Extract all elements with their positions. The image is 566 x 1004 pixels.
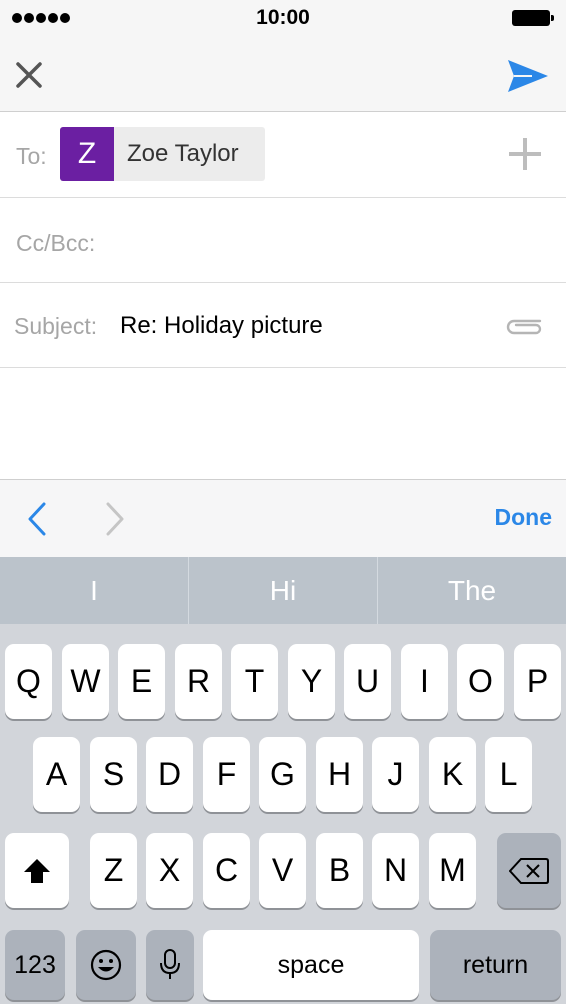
message-body-input[interactable] [0,369,566,479]
key[interactable]: T [231,644,278,719]
key[interactable]: J [372,737,419,812]
keyboard-accessory-bar: Done [0,479,566,557]
paperclip-icon [506,319,542,335]
to-label: To: [16,143,47,169]
recipient-name: Zoe Taylor [127,140,239,167]
subject-field-row: Subject: Re: Holiday picture [0,283,566,368]
key[interactable]: G [259,737,306,812]
dictation-key[interactable] [146,930,194,1000]
space-key[interactable]: space [203,930,419,1000]
suggestion-item[interactable]: Hi [189,557,378,624]
add-recipient-button[interactable] [506,135,544,173]
suggestion-item[interactable]: I [0,557,189,624]
cc-bcc-input[interactable] [120,218,540,263]
key[interactable]: A [33,737,80,812]
key[interactable]: O [457,644,504,719]
emoji-icon [90,949,122,981]
subject-label: Subject: [14,313,98,339]
key[interactable]: K [429,737,476,812]
recipient-chip[interactable]: Z Zoe Taylor [60,127,265,181]
key[interactable]: Q [5,644,52,719]
plus-icon [509,138,541,170]
key[interactable]: Z [90,833,137,908]
status-bar: 10:00 [0,0,566,40]
microphone-icon [160,949,180,979]
key[interactable]: D [146,737,193,812]
send-button[interactable] [506,56,550,96]
done-button[interactable]: Done [495,504,553,531]
cc-bcc-field-row: Cc/Bcc: [0,198,566,283]
to-field-row: To: Z Zoe Taylor [0,113,566,198]
attachment-button[interactable] [502,311,546,341]
key[interactable]: I [401,644,448,719]
shift-icon [24,858,50,883]
close-button[interactable] [12,58,48,94]
emoji-key[interactable] [76,930,136,1000]
delete-icon [509,857,549,884]
status-time: 10:00 [256,6,310,29]
key[interactable]: W [62,644,109,719]
previous-field-button[interactable] [24,500,54,538]
shift-key[interactable] [5,833,69,908]
close-icon [16,62,42,88]
key[interactable]: Y [288,644,335,719]
subject-input[interactable]: Re: Holiday picture [120,312,323,340]
key[interactable]: H [316,737,363,812]
next-field-button[interactable] [100,500,130,538]
return-key[interactable]: return [430,930,561,1000]
key[interactable]: U [344,644,391,719]
suggestion-item[interactable]: The [378,557,566,624]
numbers-key[interactable]: 123 [5,930,65,1000]
key[interactable]: N [372,833,419,908]
key[interactable]: M [429,833,476,908]
key[interactable]: P [514,644,561,719]
chevron-right-icon [106,502,124,536]
predictive-text-bar: I Hi The [0,557,566,624]
key[interactable]: R [175,644,222,719]
key[interactable]: B [316,833,363,908]
compose-nav-bar [0,40,566,112]
key[interactable]: V [259,833,306,908]
key[interactable]: F [203,737,250,812]
key[interactable]: E [118,644,165,719]
key[interactable]: L [485,737,532,812]
delete-key[interactable] [497,833,561,908]
keyboard: Q W E R T Y U I O P A S D F G H J K L Z … [0,624,566,1004]
send-icon [508,60,548,92]
avatar: Z [60,127,114,181]
cc-bcc-label: Cc/Bcc: [16,230,96,256]
key[interactable]: S [90,737,137,812]
key[interactable]: X [146,833,193,908]
key[interactable]: C [203,833,250,908]
battery-icon [512,10,554,26]
chevron-left-icon [28,502,46,536]
